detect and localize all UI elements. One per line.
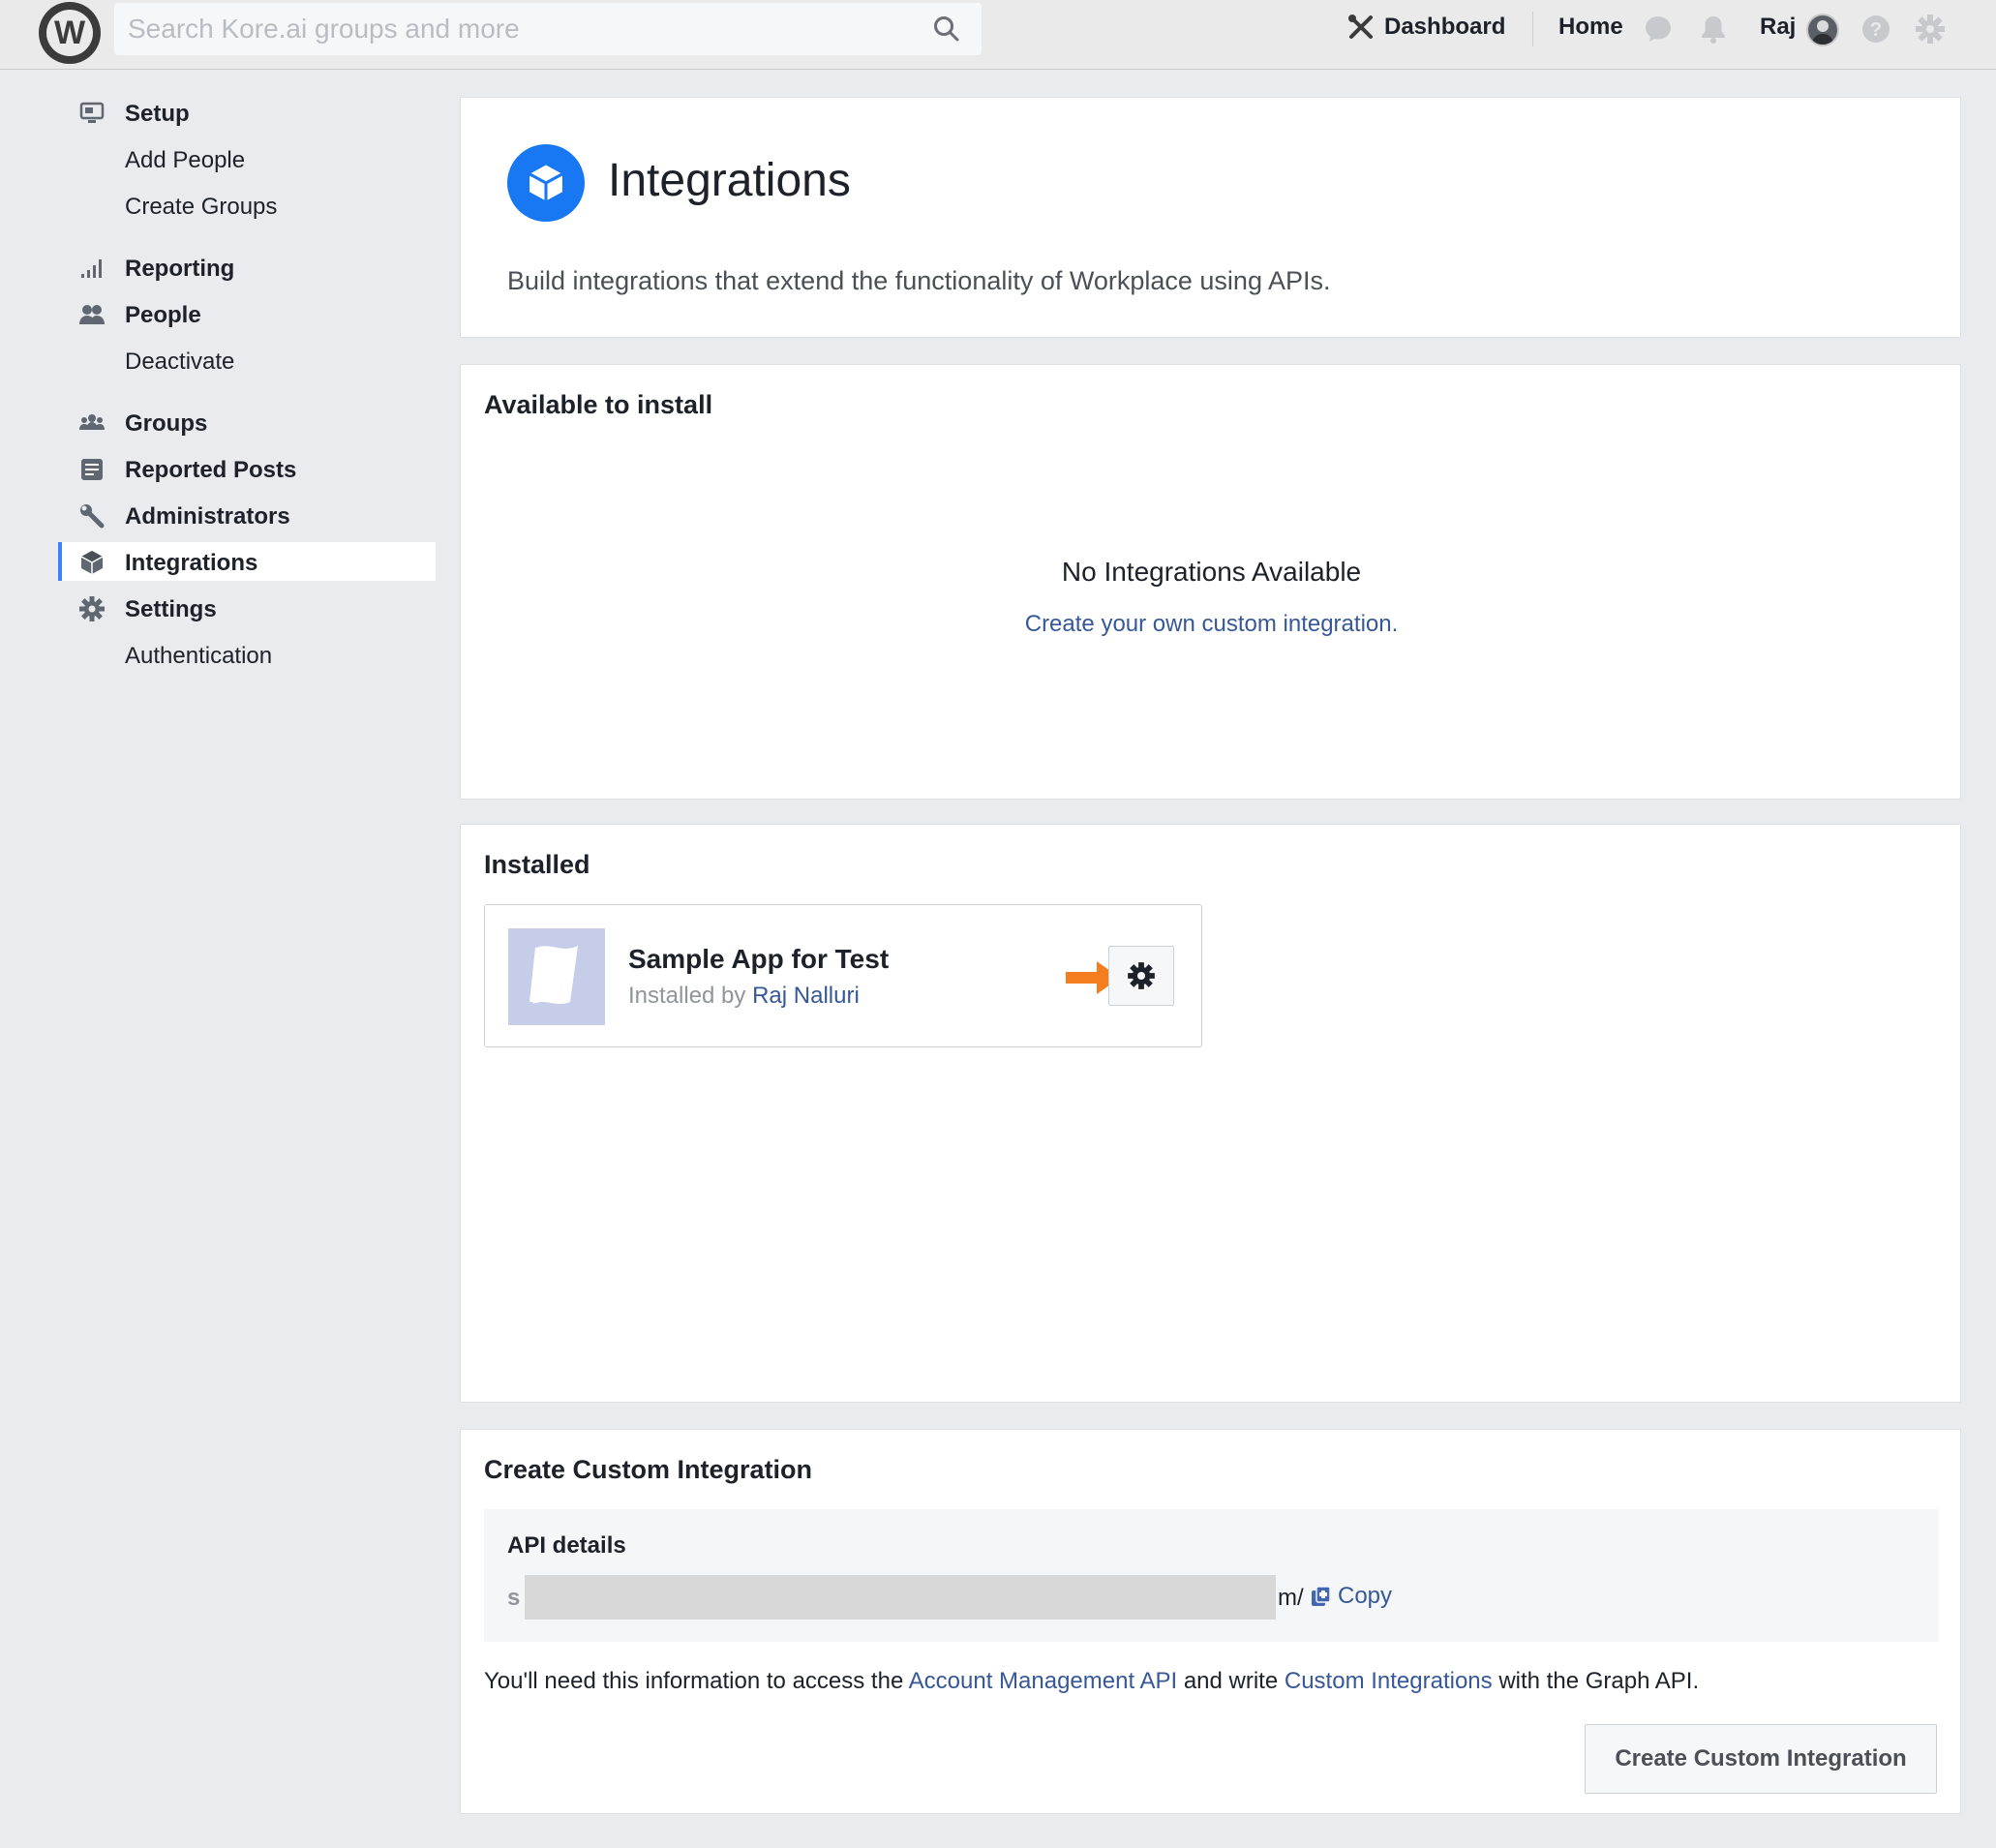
flag-icon [529,946,578,1004]
cube-icon [529,165,563,201]
sidebar-item-label: Authentication [125,643,273,669]
sidebar-item-label: Setup [125,101,190,127]
page-subtitle: Build integrations that extend the funct… [507,266,1331,295]
integrations-badge [507,144,585,222]
sidebar-item-label: Deactivate [125,348,235,375]
sidebar-item-groups[interactable]: Groups [58,403,436,441]
api-details-box: API details s m/ Copy [484,1509,1939,1642]
custom-integrations-link[interactable]: Custom Integrations [1285,1668,1493,1694]
section-title: Available to install [484,390,713,419]
section-title: Create Custom Integration [484,1455,813,1484]
create-custom-integration-card: Create Custom Integration API details s … [460,1429,1961,1814]
app-installed-by: Installed by Raj Nalluri [628,983,860,1010]
note-middle: and write [1183,1668,1279,1694]
installed-card: Installed Sample App for Test Installed … [460,824,1961,1403]
app-thumbnail [508,928,605,1025]
groups-icon [79,414,105,430]
document-icon [81,459,103,480]
home-label: Home [1558,14,1623,40]
note-suffix: with the Graph API. [1498,1668,1700,1694]
sidebar-item-authentication[interactable]: Authentication [58,635,436,674]
sidebar-item-setup[interactable]: Setup [58,93,436,132]
gear-icon [1128,962,1155,989]
empty-state-title: No Integrations Available [1061,557,1362,587]
chat-icon[interactable] [1643,14,1674,45]
settings-gear-icon[interactable] [1915,14,1946,45]
user-name: Raj [1760,14,1797,40]
logo-letter: W [46,10,93,56]
sidebar-item-reporting[interactable]: Reporting [58,248,436,287]
api-details-title: API details [507,1532,626,1559]
dashboard-link[interactable]: Dashboard [1347,14,1505,41]
monitor-icon [79,102,105,123]
section-title: Installed [484,850,590,879]
sidebar-item-add-people[interactable]: Add People [58,139,436,178]
home-link[interactable]: Home [1558,14,1623,41]
people-icon [79,305,105,324]
avatar[interactable] [1806,14,1839,46]
sidebar-item-label: Reporting [125,256,235,282]
installed-app-tile[interactable]: Sample App for Test Installed by Raj Nal… [484,904,1202,1047]
page-title: Integrations [608,155,851,206]
nav-divider [1532,12,1533,46]
app-name: Sample App for Test [628,944,890,974]
sidebar-item-label: Groups [125,410,208,437]
redacted-value [525,1575,1276,1620]
sidebar-item-label: People [125,302,201,328]
user-profile-link[interactable]: Raj [1760,14,1796,41]
sidebar-item-label: Reported Posts [125,457,297,483]
installer-profile-link[interactable]: Raj Nalluri [752,983,860,1009]
installed-by-prefix: Installed by [628,983,746,1009]
sidebar-item-people[interactable]: People [58,294,436,333]
available-to-install-card: Available to install No Integrations Ava… [460,364,1961,800]
account-management-api-link[interactable]: Account Management API [909,1668,1178,1694]
create-custom-integration-button[interactable]: Create Custom Integration [1585,1724,1937,1794]
gear-icon [79,596,105,621]
help-icon[interactable]: ? [1860,14,1891,45]
tools-icon [1348,15,1373,39]
api-value-start: s [507,1585,521,1611]
search-box[interactable] [114,3,982,55]
wrench-icon [80,504,105,529]
api-value: s m/ Copy [507,1575,1392,1620]
copy-label: Copy [1338,1583,1393,1609]
svg-text:?: ? [1870,19,1882,41]
dashboard-label: Dashboard [1384,14,1506,40]
person-icon [1812,20,1833,45]
sidebar-item-administrators[interactable]: Administrators [58,496,436,534]
search-icon[interactable] [933,15,960,43]
create-custom-integration-link[interactable]: Create your own custom integration. [461,611,1962,638]
notifications-icon[interactable] [1698,14,1729,45]
search-input[interactable] [128,3,902,55]
cube-icon [80,551,104,574]
note-prefix: You'll need this information to access t… [484,1668,904,1694]
sidebar-item-label: Administrators [125,503,290,530]
copy-icon [1312,1586,1331,1606]
copy-button[interactable]: Copy [1311,1583,1392,1610]
sidebar-item-integrations[interactable]: Integrations [58,542,436,581]
sidebar-item-reported-posts[interactable]: Reported Posts [58,449,436,488]
sidebar-item-label: Integrations [125,550,258,576]
sidebar-item-label: Create Groups [125,194,278,220]
workplace-logo[interactable]: W [39,2,101,64]
sidebar-item-settings[interactable]: Settings [58,589,436,627]
bar-chart-icon [81,259,102,278]
sidebar-item-create-groups[interactable]: Create Groups [58,186,436,225]
api-value-end: m/ [1278,1585,1304,1611]
sidebar-item-label: Settings [125,596,217,622]
top-bar: W Dashboard Home Raj ? [0,0,1996,70]
sidebar-item-label: Add People [125,147,246,173]
sidebar-item-deactivate[interactable]: Deactivate [58,341,436,379]
integrations-header-card: Integrations Build integrations that ext… [460,97,1961,338]
api-info-note: You'll need this information to access t… [484,1668,1699,1695]
app-settings-button[interactable] [1108,946,1174,1006]
